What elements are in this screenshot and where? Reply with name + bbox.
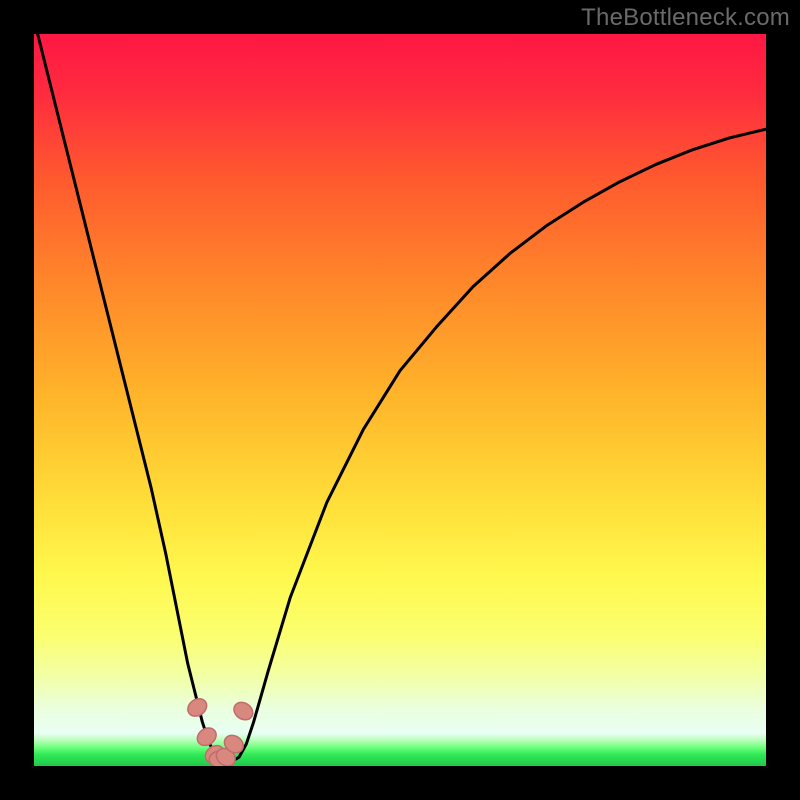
watermark-text: TheBottleneck.com xyxy=(581,4,790,32)
plot-area xyxy=(34,34,766,766)
chart-frame: TheBottleneck.com xyxy=(0,0,800,800)
bottleneck-chart xyxy=(34,34,766,766)
